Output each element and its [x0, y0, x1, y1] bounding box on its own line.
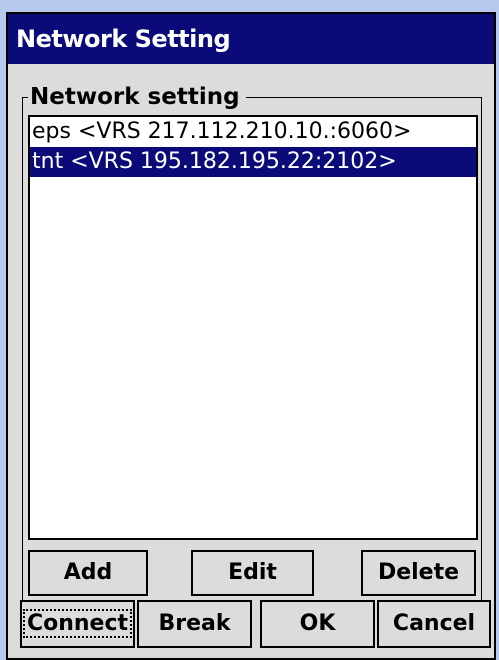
connect-button[interactable]: Connect	[20, 600, 135, 648]
window-title: Network Setting	[8, 14, 494, 64]
edit-button[interactable]: Edit	[191, 550, 314, 596]
list-item-selected[interactable]: tnt <VRS 195.182.195.22:2102>	[30, 147, 476, 177]
break-button[interactable]: Break	[137, 600, 252, 648]
delete-button[interactable]: Delete	[361, 550, 476, 596]
add-button-label: Add	[63, 560, 113, 585]
cancel-button-label: Cancel	[392, 611, 476, 636]
delete-button-label: Delete	[377, 560, 460, 585]
break-button-label: Break	[158, 611, 231, 636]
cancel-button[interactable]: Cancel	[377, 600, 491, 648]
ok-button-label: OK	[299, 611, 336, 636]
group-label: Network setting	[28, 84, 246, 110]
connect-button-label: Connect	[22, 609, 133, 638]
list-item[interactable]: eps <VRS 217.112.210.10.:6060>	[30, 117, 476, 147]
ok-button[interactable]: OK	[260, 600, 375, 648]
network-setting-dialog: Network Setting Network setting eps <VRS…	[6, 12, 496, 660]
network-list[interactable]: eps <VRS 217.112.210.10.:6060> tnt <VRS …	[28, 115, 478, 540]
add-button[interactable]: Add	[28, 550, 148, 596]
edit-button-label: Edit	[228, 560, 277, 585]
